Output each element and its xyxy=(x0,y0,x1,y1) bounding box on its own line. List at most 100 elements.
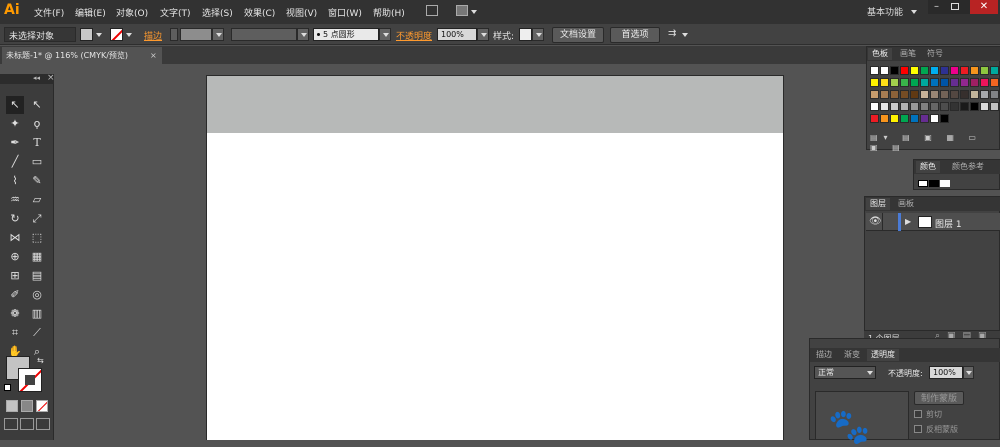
panel-menu-icon[interactable]: ⇉ xyxy=(668,28,678,40)
close-window-icon[interactable]: ✕ xyxy=(970,0,998,14)
swatch[interactable] xyxy=(900,78,909,87)
gradient-mode-icon[interactable] xyxy=(21,400,33,412)
swatch[interactable] xyxy=(910,90,919,99)
tab-artboards[interactable]: 画板 xyxy=(894,198,918,210)
shape-builder-tool-icon[interactable]: ⊕ xyxy=(6,248,24,266)
menu-select[interactable]: 选择(S) xyxy=(202,6,233,19)
swatch[interactable] xyxy=(950,90,959,99)
swatch[interactable] xyxy=(930,78,939,87)
symbol-sprayer-tool-icon[interactable]: ❁ xyxy=(6,305,24,323)
opacity-label[interactable]: 不透明度 xyxy=(396,29,432,42)
swatch[interactable] xyxy=(890,66,899,75)
swatch[interactable] xyxy=(930,66,939,75)
swatch[interactable] xyxy=(890,114,899,123)
stroke-label[interactable]: 描边 xyxy=(144,29,162,42)
color-panel-white-swatch[interactable] xyxy=(940,180,950,187)
swatch[interactable] xyxy=(930,102,939,111)
swatch[interactable] xyxy=(880,78,889,87)
restore-icon[interactable] xyxy=(951,3,959,10)
menu-file[interactable]: 文件(F) xyxy=(34,6,64,19)
swatch[interactable] xyxy=(980,66,989,75)
graphic-style-dropdown[interactable] xyxy=(532,28,544,41)
transparency-opacity-field[interactable]: 100% xyxy=(929,366,963,379)
tab-swatches[interactable]: 色板 xyxy=(868,48,892,60)
swatch[interactable] xyxy=(880,102,889,111)
tab-color-guide[interactable]: 颜色参考 xyxy=(948,161,988,173)
swatch[interactable] xyxy=(990,102,999,111)
free-transform-tool-icon[interactable]: ⬚ xyxy=(28,229,46,247)
swatch[interactable] xyxy=(920,102,929,111)
swatch[interactable] xyxy=(910,102,919,111)
stroke-weight-dropdown[interactable] xyxy=(212,28,224,41)
tab-symbols[interactable]: 符号 xyxy=(923,48,947,60)
invert-mask-checkbox[interactable] xyxy=(914,425,922,433)
clip-checkbox[interactable] xyxy=(914,410,922,418)
chevron-down-icon[interactable] xyxy=(126,33,132,37)
tab-stroke[interactable]: 描边 xyxy=(812,349,836,361)
menu-window[interactable]: 窗口(W) xyxy=(328,6,362,19)
tab-gradient[interactable]: 渐变 xyxy=(840,349,864,361)
expand-layer-icon[interactable]: ▶ xyxy=(905,216,911,228)
lasso-tool-icon[interactable]: ϙ xyxy=(28,115,46,133)
draw-behind-icon[interactable] xyxy=(20,418,34,430)
swatch[interactable] xyxy=(950,78,959,87)
menu-edit[interactable]: 编辑(E) xyxy=(75,6,106,19)
swatch[interactable] xyxy=(870,66,879,75)
swatch[interactable] xyxy=(900,114,909,123)
swatch[interactable] xyxy=(920,90,929,99)
column-graph-tool-icon[interactable]: ▥ xyxy=(28,305,46,323)
variable-width-profile[interactable] xyxy=(231,28,297,41)
default-fill-stroke-icon[interactable] xyxy=(4,384,11,391)
fill-swatch[interactable] xyxy=(80,28,93,41)
swatch[interactable] xyxy=(900,66,909,75)
stroke-weight-field[interactable] xyxy=(180,28,212,41)
swatch[interactable] xyxy=(870,78,879,87)
document-tab[interactable]: 未标题-1* @ 116% (CMYK/预览) × xyxy=(2,47,162,64)
swap-fill-stroke-icon[interactable]: ⇆ xyxy=(37,356,44,365)
document-setup-button[interactable]: 文档设置 xyxy=(552,27,604,43)
swatch[interactable] xyxy=(870,102,879,111)
brush-definition-field[interactable]: 5 点圆形 xyxy=(313,28,379,41)
mesh-tool-icon[interactable]: ⊞ xyxy=(6,267,24,285)
draw-inside-icon[interactable] xyxy=(36,418,50,430)
menu-effect[interactable]: 效果(C) xyxy=(244,6,275,19)
swatch[interactable] xyxy=(980,90,989,99)
menu-type[interactable]: 文字(T) xyxy=(160,6,191,19)
magic-wand-tool-icon[interactable]: ✦ xyxy=(6,115,24,133)
bridge-icon[interactable] xyxy=(426,5,438,16)
swatch[interactable] xyxy=(880,66,889,75)
tab-brushes[interactable]: 画笔 xyxy=(896,48,920,60)
swatch[interactable] xyxy=(990,90,999,99)
draw-normal-icon[interactable] xyxy=(4,418,18,430)
perspective-grid-tool-icon[interactable]: ▦ xyxy=(28,248,46,266)
swatch[interactable] xyxy=(880,114,889,123)
tab-transparency[interactable]: 透明度 xyxy=(867,349,899,361)
swatch[interactable] xyxy=(870,114,879,123)
swatch[interactable] xyxy=(920,66,929,75)
blend-tool-icon[interactable]: ◎ xyxy=(28,286,46,304)
swatch[interactable] xyxy=(870,90,879,99)
selection-tool-icon[interactable]: ↖ xyxy=(6,96,24,114)
menu-view[interactable]: 视图(V) xyxy=(286,6,317,19)
slice-tool-icon[interactable]: ⟋ xyxy=(28,324,46,342)
eraser-tool-icon[interactable]: ▱ xyxy=(28,191,46,209)
menu-object[interactable]: 对象(O) xyxy=(116,6,148,19)
swatch[interactable] xyxy=(960,90,969,99)
swatch[interactable] xyxy=(880,90,889,99)
swatch[interactable] xyxy=(940,66,949,75)
swatch[interactable] xyxy=(980,78,989,87)
paintbrush-tool-icon[interactable]: ⌇ xyxy=(6,172,24,190)
close-tab-icon[interactable]: × xyxy=(150,47,157,64)
swatch[interactable] xyxy=(930,90,939,99)
pencil-tool-icon[interactable]: ✎ xyxy=(28,172,46,190)
swatch[interactable] xyxy=(990,78,999,87)
none-mode-icon[interactable] xyxy=(36,400,48,412)
line-segment-tool-icon[interactable]: ╱ xyxy=(6,153,24,171)
swatch[interactable] xyxy=(970,78,979,87)
scale-tool-icon[interactable]: ⤢ xyxy=(28,210,46,228)
swatch[interactable] xyxy=(970,102,979,111)
swatch[interactable] xyxy=(960,66,969,75)
direct-selection-tool-icon[interactable]: ↖ xyxy=(28,96,46,114)
opacity-dropdown[interactable] xyxy=(477,28,489,41)
swatch[interactable] xyxy=(940,78,949,87)
